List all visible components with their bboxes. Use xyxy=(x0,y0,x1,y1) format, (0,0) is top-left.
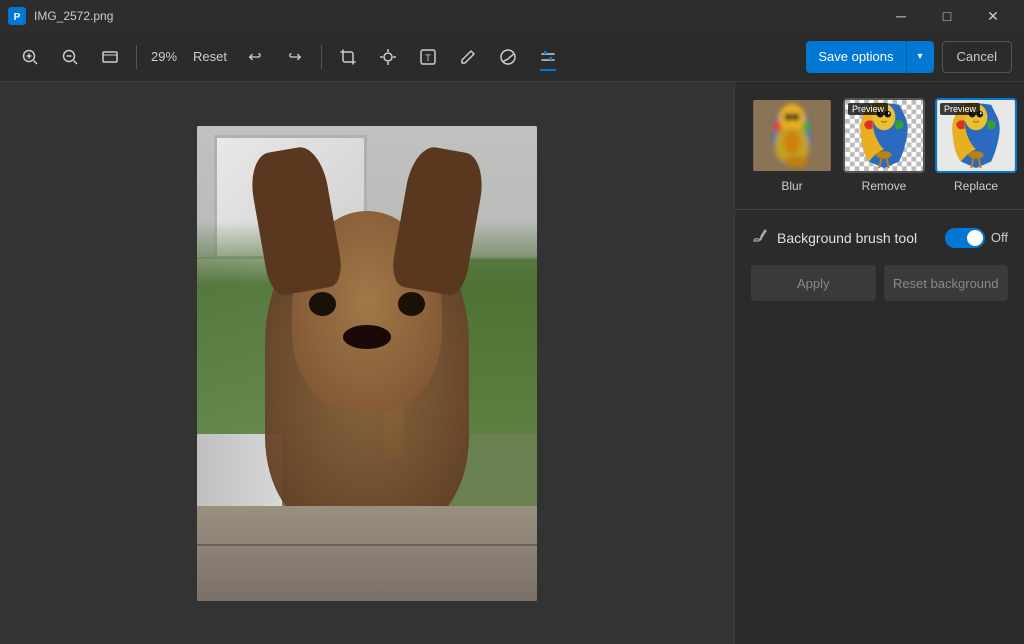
remove-preview-badge: Preview xyxy=(848,103,888,115)
remove-label: Remove xyxy=(862,179,907,193)
right-panel: Blur xyxy=(734,82,1024,644)
svg-text:T: T xyxy=(425,53,431,63)
maximize-button[interactable]: □ xyxy=(924,0,970,32)
reset-button[interactable]: Reset xyxy=(187,39,233,75)
toolbar-divider-1 xyxy=(136,45,137,69)
toolbar-right: Save options ▾ Cancel xyxy=(806,41,1012,73)
replace-thumbnail[interactable]: Preview xyxy=(935,98,1017,173)
main-image xyxy=(197,126,537,601)
brush-tool-row: Background brush tool Off xyxy=(751,226,1008,249)
blur-label: Blur xyxy=(781,179,802,193)
brush-icon xyxy=(751,226,769,249)
zoom-out-button[interactable] xyxy=(52,39,88,75)
photo-background xyxy=(197,126,537,601)
text-button[interactable]: T xyxy=(410,39,446,75)
background-options: Blur xyxy=(751,98,1008,193)
replace-label: Replace xyxy=(954,179,998,193)
toggle-state-label: Off xyxy=(991,230,1008,245)
crop-button[interactable] xyxy=(330,39,366,75)
apply-button[interactable]: Apply xyxy=(751,265,876,301)
main-content: Blur xyxy=(0,82,1024,644)
svg-text:P: P xyxy=(14,12,21,23)
toggle-knob xyxy=(967,230,983,246)
zoom-in-button[interactable] xyxy=(12,39,48,75)
title-bar: P IMG_2572.png ─ □ ✕ xyxy=(0,0,1024,32)
redo-button[interactable]: ↪ xyxy=(277,39,313,75)
undo-button[interactable]: ↩ xyxy=(237,39,273,75)
window-controls: ─ □ ✕ xyxy=(878,0,1016,32)
blur-option[interactable]: Blur xyxy=(751,98,833,193)
replace-preview-badge: Preview xyxy=(940,103,980,115)
brush-tool-label: Background brush tool xyxy=(777,230,937,246)
remove-bg-button[interactable] xyxy=(490,39,526,75)
blur-thumbnail[interactable] xyxy=(751,98,833,173)
remove-thumbnail[interactable]: Preview xyxy=(843,98,925,173)
image-container xyxy=(197,126,537,601)
canvas-area[interactable] xyxy=(0,82,734,644)
title-bar-left: P IMG_2572.png xyxy=(8,7,113,25)
panel-divider xyxy=(735,209,1024,210)
adjust-button[interactable] xyxy=(370,39,406,75)
toolbar-divider-2 xyxy=(321,45,322,69)
pen-button[interactable] xyxy=(450,39,486,75)
zoom-level: 29% xyxy=(145,49,183,64)
more-button[interactable] xyxy=(530,39,566,75)
save-options-group: Save options ▾ xyxy=(806,41,933,73)
cancel-button[interactable]: Cancel xyxy=(942,41,1012,73)
app-icon: P xyxy=(8,7,26,25)
toggle-container: Off xyxy=(945,228,1008,248)
minimize-button[interactable]: ─ xyxy=(878,0,924,32)
brush-toggle[interactable] xyxy=(945,228,985,248)
reset-background-button[interactable]: Reset background xyxy=(884,265,1009,301)
close-button[interactable]: ✕ xyxy=(970,0,1016,32)
save-options-button[interactable]: Save options xyxy=(806,41,905,73)
action-buttons: Apply Reset background xyxy=(751,265,1008,301)
window-title: IMG_2572.png xyxy=(34,9,113,23)
fit-button[interactable] xyxy=(92,39,128,75)
toolbar: 29% Reset ↩ ↪ T xyxy=(0,32,1024,82)
save-options-chevron[interactable]: ▾ xyxy=(906,41,934,73)
replace-option[interactable]: Preview Replace xyxy=(935,98,1017,193)
remove-option[interactable]: Preview Remove xyxy=(843,98,925,193)
